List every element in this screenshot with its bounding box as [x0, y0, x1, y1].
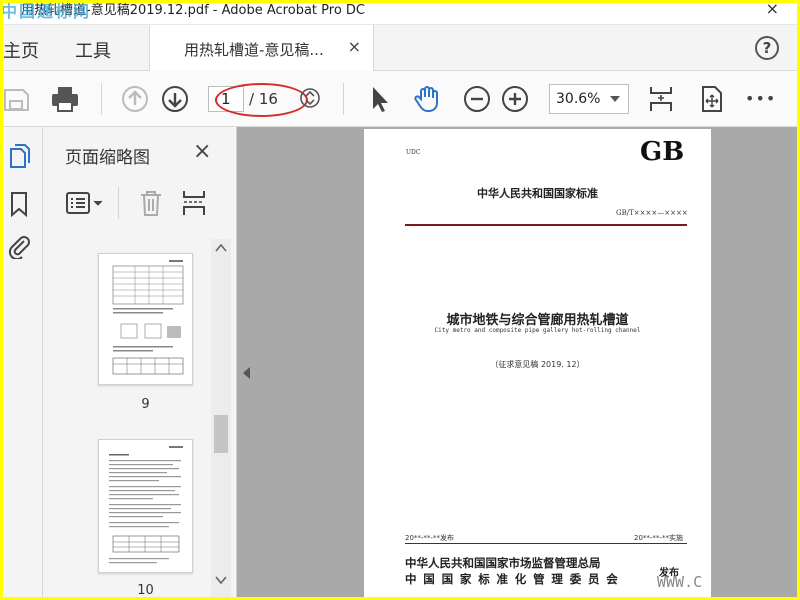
header-rule — [405, 224, 687, 226]
save-icon[interactable] — [3, 85, 31, 113]
thumbnail-number: 9 — [141, 397, 150, 412]
udc-label: UDC — [406, 149, 421, 156]
title-bar: 用热轧槽道-意见稿2019.12.pdf - Adobe Acrobat Pro… — [3, 3, 797, 25]
toolbar-separator — [343, 83, 344, 115]
window-close-button[interactable]: × — [766, 3, 779, 18]
more-tools-button[interactable]: ••• — [745, 89, 776, 108]
implement-date: 20**-**-**实施 — [634, 534, 683, 542]
insert-page-icon[interactable] — [181, 189, 207, 217]
zoom-out-icon[interactable] — [463, 85, 491, 113]
zoom-in-icon[interactable] — [501, 85, 529, 113]
thumbnail-page-10[interactable] — [98, 439, 193, 573]
attachment-icon[interactable] — [7, 233, 31, 259]
footer-rule — [405, 543, 687, 544]
site-watermark-bottom: WWW.C — [657, 573, 703, 591]
zoom-value: 30.6% — [556, 91, 601, 107]
scrollbar-thumb[interactable] — [214, 415, 228, 453]
previous-page-icon[interactable] — [121, 85, 149, 113]
thumbnails-panel: 页面缩略图 × 9 10 — [43, 127, 237, 597]
fit-page-icon[interactable] — [647, 85, 675, 113]
page-thumbnails-icon[interactable] — [7, 143, 31, 169]
hand-tool-icon[interactable] — [413, 85, 441, 113]
tab-document[interactable]: 用热轧槽道-意见稿... × — [149, 25, 374, 71]
tab-bar: 主页 工具 用热轧槽道-意见稿... × ? — [3, 25, 797, 71]
tab-tools[interactable]: 工具 — [75, 37, 111, 63]
document-title: 城市地铁与综合管廊用热轧槽道 — [446, 313, 629, 328]
document-title-english: City metro and composite pipe gallery ho… — [434, 327, 641, 334]
panel-close-icon[interactable]: × — [193, 139, 211, 164]
print-icon[interactable] — [51, 85, 79, 113]
tab-home[interactable]: 主页 — [3, 37, 39, 63]
issuing-authority-2: 中国国家标准化管理委员会 — [405, 572, 625, 586]
trash-icon[interactable] — [139, 189, 163, 217]
full-screen-icon[interactable] — [697, 85, 725, 113]
scroll-up-icon[interactable] — [215, 243, 227, 253]
panel-toolbar — [43, 183, 237, 223]
tab-close-icon[interactable]: × — [348, 37, 361, 56]
thumbnail-page-9[interactable] — [98, 253, 193, 385]
page-stepper-icon[interactable] — [299, 87, 321, 109]
scroll-down-icon[interactable] — [215, 575, 227, 585]
help-icon[interactable]: ? — [755, 36, 779, 60]
select-cursor-icon[interactable] — [367, 85, 395, 113]
zoom-select[interactable]: 30.6% — [549, 84, 629, 114]
collapse-panel-icon[interactable] — [243, 367, 250, 379]
thumbnail-number: 10 — [137, 583, 154, 597]
issuing-authority-1: 中华人民共和国国家市场监督管理总局 — [405, 556, 601, 570]
toolbar-separator — [101, 83, 102, 115]
main-toolbar: 1 / 16 30.6% ••• — [3, 71, 797, 127]
tab-document-label: 用热轧槽道-意见稿... — [184, 41, 324, 59]
annotation-ellipse — [215, 83, 308, 117]
toolbar-separator — [118, 187, 119, 219]
options-menu-icon[interactable] — [65, 191, 105, 215]
gb-logo: GB — [640, 137, 685, 167]
site-watermark: 中国通标网 — [3, 3, 92, 21]
national-standard-heading: 中华人民共和国国家标准 — [477, 187, 598, 200]
thumbnail-preview — [109, 446, 183, 564]
bookmark-icon[interactable] — [7, 191, 31, 217]
panel-title: 页面缩略图 — [65, 148, 150, 168]
next-page-icon[interactable] — [161, 85, 189, 113]
navigation-rail — [3, 127, 43, 597]
standard-code: GB/T××××—×××× — [616, 209, 688, 217]
window-title: 用热轧槽道-意见稿2019.12.pdf - Adobe Acrobat Pro… — [21, 3, 365, 18]
thumbnail-scrollbar[interactable] — [211, 239, 231, 597]
pdf-page: UDC GB 中华人民共和国国家标准 GB/T××××—×××× 城市地铁与综合… — [364, 129, 711, 597]
thumbnail-preview — [112, 260, 184, 375]
chevron-down-icon — [610, 96, 620, 102]
document-view[interactable]: UDC GB 中华人民共和国国家标准 GB/T××××—×××× 城市地铁与综合… — [237, 127, 797, 597]
acrobat-window: 用热轧槽道-意见稿2019.12.pdf - Adobe Acrobat Pro… — [3, 3, 797, 597]
publish-date: 20**-**-**发布 — [405, 534, 454, 542]
draft-note: （征求意见稿 2019. 12） — [490, 360, 585, 369]
